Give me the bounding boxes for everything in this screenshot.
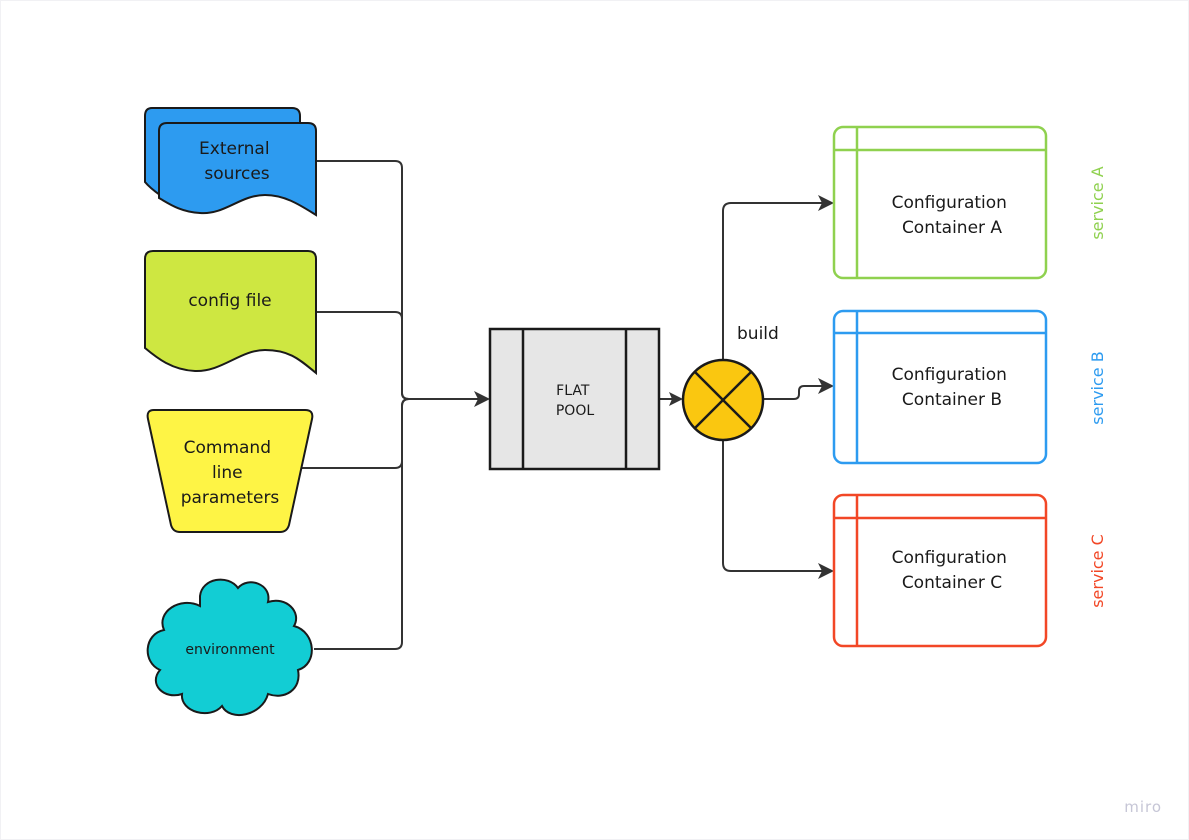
config-file-label: config file	[188, 291, 271, 311]
node-container-c[interactable]: Configuration Container C	[832, 493, 1048, 648]
node-container-a[interactable]: Configuration Container A	[832, 125, 1048, 280]
node-flat-pool[interactable]: FLAT POOL	[488, 327, 661, 471]
miro-watermark: miro	[1124, 798, 1162, 816]
node-external-sources[interactable]: External sources	[144, 107, 317, 217]
edge-junction-to-container-b[interactable]	[764, 385, 822, 400]
environment-label: environment	[185, 642, 275, 658]
service-b-label: service B	[1088, 351, 1107, 424]
node-build-junction[interactable]	[681, 358, 765, 442]
node-environment[interactable]: environment	[146, 578, 313, 716]
edge-external-to-pool[interactable]	[316, 160, 480, 400]
edge-junction-to-container-c[interactable]	[722, 440, 822, 572]
diagram-canvas[interactable]: External sources config file Command lin…	[0, 0, 1189, 840]
service-a-label: service A	[1088, 166, 1107, 239]
edge-cli-to-pool[interactable]	[300, 398, 410, 469]
service-c-label: service C	[1088, 534, 1107, 608]
node-container-b[interactable]: Configuration Container B	[832, 309, 1048, 465]
flat-pool-shape	[488, 327, 661, 471]
build-label: build	[737, 324, 779, 344]
edge-env-to-pool[interactable]	[314, 398, 410, 650]
node-command-line-parameters[interactable]: Command line parameters	[146, 409, 314, 533]
edge-config-to-pool[interactable]	[316, 311, 410, 400]
node-config-file[interactable]: config file	[144, 250, 317, 376]
config-file-shape	[144, 250, 317, 376]
